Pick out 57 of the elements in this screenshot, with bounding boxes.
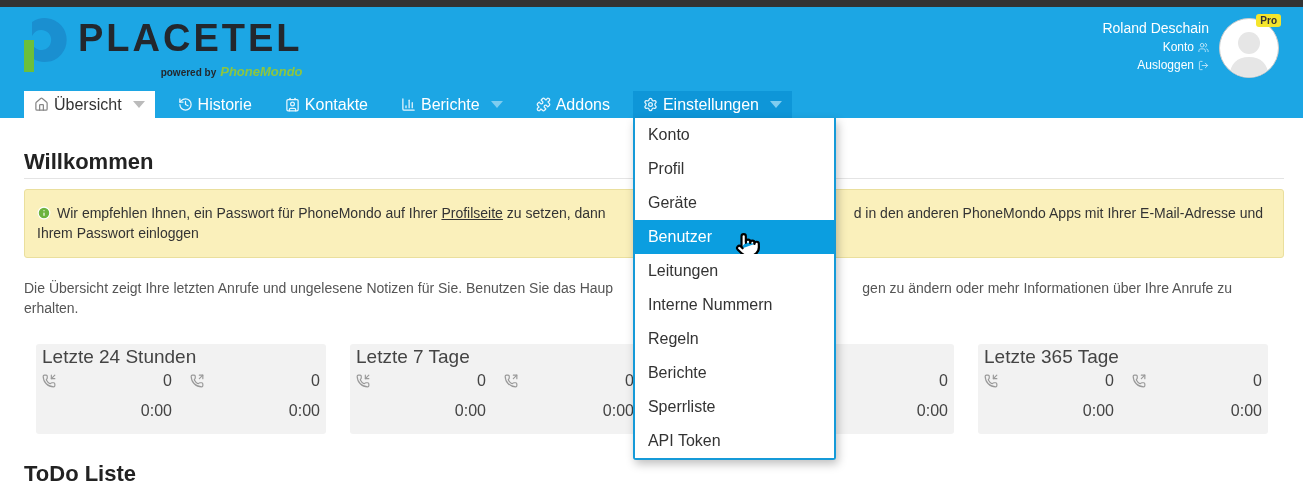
call-duration: 0:00 xyxy=(601,402,634,420)
call-count: 0 xyxy=(1252,372,1262,390)
logo-wordmark: PLACETEL xyxy=(78,16,303,61)
avatar xyxy=(1219,18,1279,78)
menu-item[interactable]: Geräte xyxy=(634,186,834,220)
alert-text: Ihrem Passwort einloggen xyxy=(37,224,199,243)
info-icon xyxy=(37,206,51,220)
menu-item[interactable]: Konto xyxy=(634,118,834,152)
call-count: 0 xyxy=(310,372,320,390)
incoming-call-icon xyxy=(356,374,370,388)
powered-by-text: powered by xyxy=(160,67,217,78)
call-count: 0 xyxy=(162,372,172,390)
logout-icon xyxy=(1198,59,1209,71)
menu-item[interactable]: Berichte xyxy=(634,356,834,390)
bar-chart-icon xyxy=(400,97,416,112)
card-title: Letzte 7 Tage xyxy=(356,346,470,367)
nav-tab[interactable]: Übersicht xyxy=(24,91,155,118)
home-icon xyxy=(34,97,49,112)
call-duration: 0:00 xyxy=(1081,402,1114,420)
outgoing-call-icon xyxy=(190,374,204,388)
history-icon xyxy=(177,97,193,112)
call-duration: 0:00 xyxy=(1229,402,1262,420)
contact-card-icon xyxy=(284,97,300,112)
outgoing-call-icon xyxy=(1132,374,1146,388)
gear-icon xyxy=(642,97,658,112)
incoming-call-icon xyxy=(42,374,56,388)
call-count: 0 xyxy=(624,372,634,390)
alert-text: Wir empfehlen Ihnen, ein Passwort für PhoneMondo auf Ihrer Profilseite zu setzen, dann xyxy=(57,204,606,223)
call-duration: 0:00 xyxy=(915,402,948,420)
pro-badge: Pro xyxy=(1256,14,1281,27)
page-title: Willkommen xyxy=(24,149,154,176)
puzzle-icon xyxy=(535,97,551,112)
user-name: Roland Deschain xyxy=(1102,20,1209,36)
call-count: 0 xyxy=(476,372,486,390)
outgoing-call-icon xyxy=(504,374,518,388)
brand-name: PhoneMondo xyxy=(220,64,303,79)
call-duration: 0:00 xyxy=(139,402,172,420)
card-title: Letzte 365 Tage xyxy=(984,346,1119,367)
call-duration: 0:00 xyxy=(287,402,320,420)
card-title: Letzte 24 Stunden xyxy=(42,346,197,367)
menu-item[interactable]: Leitungen xyxy=(634,254,834,288)
call-count: 0 xyxy=(938,372,948,390)
incoming-call-icon xyxy=(984,374,998,388)
menu-item[interactable]: Interne Nummern xyxy=(634,288,834,322)
call-duration: 0:00 xyxy=(453,402,486,420)
users-icon xyxy=(1198,41,1209,53)
menu-item[interactable]: API Token xyxy=(634,424,834,458)
intro-text: erhalten. xyxy=(24,299,79,318)
menu-item[interactable]: Sperrliste xyxy=(634,390,834,424)
intro-text: gen zu ändern oder mehr Informationen über Ihre Anrufe zu xyxy=(862,279,1232,298)
intro-text: Die Übersicht zeigt Ihre letzten Anrufe und ungelesene Notizen für Sie. Benutzen Sie das Haup xyxy=(24,279,614,298)
menu-item[interactable]: Profil xyxy=(634,152,834,186)
call-count: 0 xyxy=(1104,372,1114,390)
profile-link[interactable]: Profilseite xyxy=(441,205,503,221)
menu-item[interactable]: Regeln xyxy=(634,322,834,356)
alert-text: d in den anderen PhoneMondo Apps mit Ihrer E-Mail-Adresse und xyxy=(853,204,1263,223)
section-title: ToDo Liste xyxy=(24,461,137,487)
